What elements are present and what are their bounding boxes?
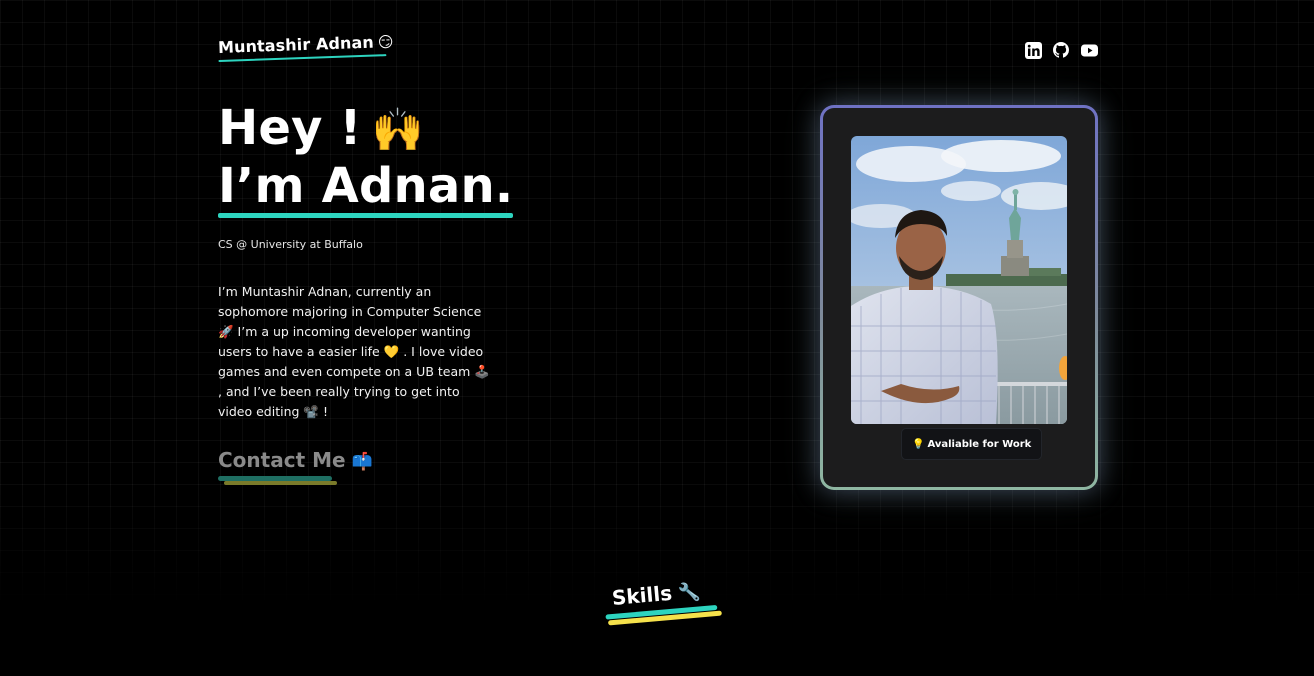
contact-me-label[interactable]: Contact Me — [218, 448, 346, 472]
skills-heading: Skills 🔧 — [605, 578, 722, 626]
profile-photo — [851, 136, 1067, 424]
brand-logo[interactable]: Muntashir Adnan 😏 — [218, 32, 394, 62]
hero-bio: I’m Muntashir Adnan, currently an sophom… — [218, 284, 490, 419]
hero-greeting: Hey ! — [218, 100, 362, 156]
hero-subtitle: CS @ University at Buffalo — [218, 238, 363, 251]
smirk-emoji-icon: 😏 — [377, 32, 394, 52]
hero-line-2: I’m Adnan. — [218, 158, 514, 218]
hero-name: I’m Adnan. — [218, 158, 514, 214]
contact-underline-olive — [224, 481, 337, 485]
mailbox-emoji-icon: 📫 — [351, 452, 373, 472]
social-links — [1024, 41, 1098, 59]
profile-card: 💡 Avaliable for Work — [820, 105, 1098, 490]
available-for-work-badge: 💡 Avaliable for Work — [901, 428, 1043, 460]
brand-name[interactable]: Muntashir Adnan — [218, 33, 374, 57]
contact-me-link[interactable]: Contact Me 📫 — [218, 448, 373, 485]
youtube-icon[interactable] — [1080, 41, 1098, 59]
hero-heading: Hey ! 🙌 I’m Adnan. — [218, 100, 514, 218]
hero-line-1: Hey ! 🙌 — [218, 100, 513, 158]
github-icon[interactable] — [1052, 41, 1070, 59]
wrench-emoji-icon: 🔧 — [677, 581, 702, 605]
portfolio-page: Muntashir Adnan 😏 Hey ! 🙌 I’m Adnan. CS … — [0, 0, 1314, 676]
linkedin-icon[interactable] — [1024, 41, 1042, 59]
lightbulb-icon: 💡 — [912, 438, 925, 450]
skills-label: Skills — [610, 580, 674, 610]
raised-hands-emoji-icon: 🙌 — [371, 105, 425, 154]
available-for-work-label: Avaliable for Work — [927, 438, 1032, 450]
portrait-photo-icon — [851, 136, 1067, 424]
hero-underline — [218, 213, 514, 218]
